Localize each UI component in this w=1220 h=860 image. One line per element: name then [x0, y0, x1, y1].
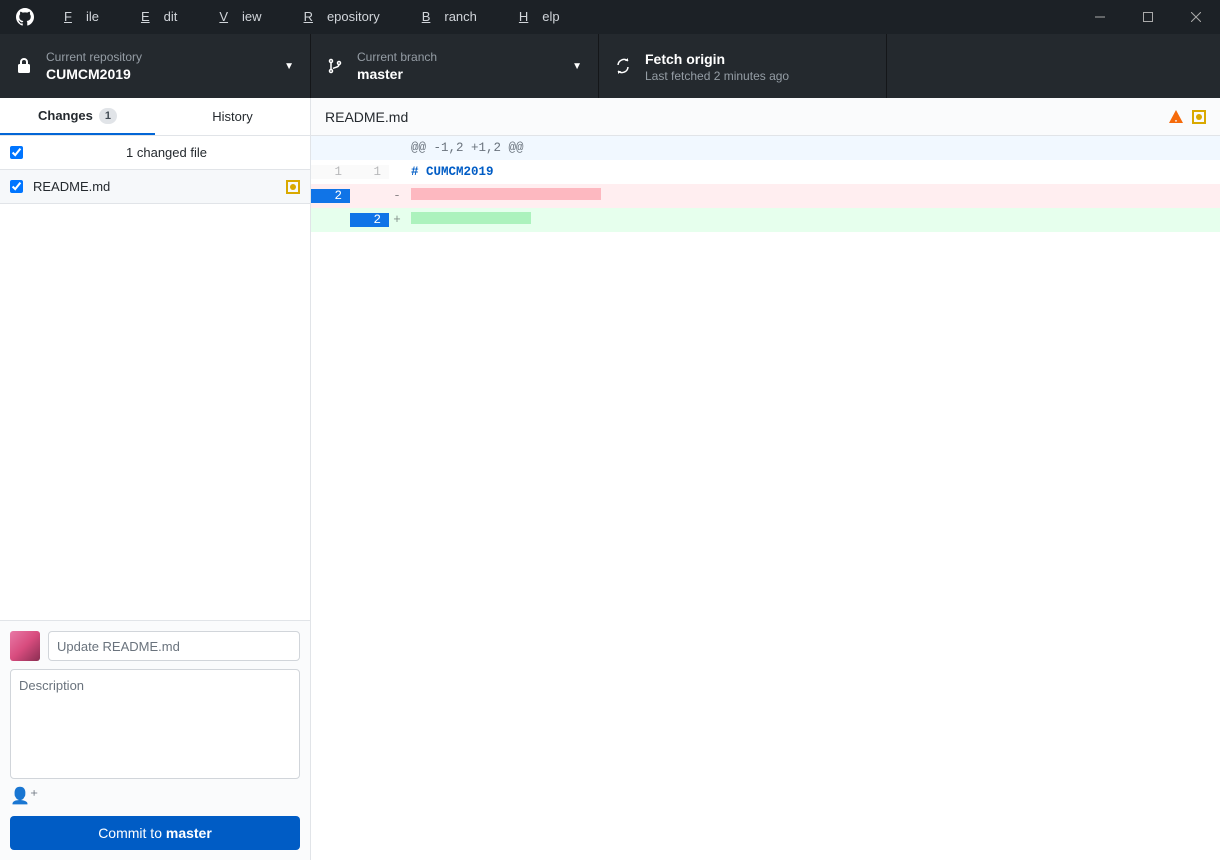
fetch-label: Fetch origin	[645, 51, 870, 67]
avatar	[10, 631, 40, 661]
branch-label: Current branch	[357, 50, 564, 64]
titlebar: File Edit View Repository Branch Help	[0, 0, 1220, 34]
repo-value: CUMCM2019	[46, 66, 276, 82]
select-all-checkbox[interactable]	[10, 146, 23, 159]
diff-header: README.md	[311, 98, 1220, 136]
file-checkbox[interactable]	[10, 180, 23, 193]
minimize-button[interactable]	[1076, 0, 1124, 34]
file-row[interactable]: README.md	[0, 170, 310, 204]
warning-icon[interactable]	[1168, 109, 1184, 125]
main: Changes 1 History 1 changed file README.…	[0, 98, 1220, 860]
repo-selector[interactable]: Current repository CUMCM2019 ▼	[0, 34, 311, 98]
branch-selector[interactable]: Current branch master ▼	[311, 34, 599, 98]
diff-filename: README.md	[325, 109, 1168, 125]
window-controls	[1076, 0, 1220, 34]
file-name: README.md	[33, 179, 286, 194]
toolbar: Current repository CUMCM2019 ▼ Current b…	[0, 34, 1220, 98]
commit-summary-input[interactable]	[48, 631, 300, 661]
menu-help[interactable]: Help	[505, 0, 588, 34]
diff-line-deleted[interactable]: 2 -	[311, 184, 1220, 208]
modified-icon	[1192, 110, 1206, 124]
modified-icon	[286, 180, 300, 194]
diff-pane: README.md @@ -1,2 +1,2 @@ 1 1 # CUMCM201…	[311, 98, 1220, 860]
commit-button[interactable]: Commit to master	[10, 816, 300, 850]
menu-repository[interactable]: Repository	[290, 0, 408, 34]
changed-files-count: 1 changed file	[33, 145, 300, 160]
sidebar: Changes 1 History 1 changed file README.…	[0, 98, 311, 860]
diff-hunk-header: @@ -1,2 +1,2 @@	[311, 136, 1220, 160]
fetch-origin-button[interactable]: Fetch origin Last fetched 2 minutes ago	[599, 34, 887, 98]
diff-body: @@ -1,2 +1,2 @@ 1 1 # CUMCM2019 2 - 2 +	[311, 136, 1220, 232]
maximize-button[interactable]	[1124, 0, 1172, 34]
lock-icon	[16, 58, 34, 74]
repo-label: Current repository	[46, 50, 276, 64]
branch-icon	[327, 58, 345, 74]
filelist-header: 1 changed file	[0, 136, 310, 170]
close-button[interactable]	[1172, 0, 1220, 34]
add-coauthor-icon[interactable]: 👤⁺	[10, 786, 300, 806]
app-menu: File Edit View Repository Branch Help	[50, 0, 588, 34]
commit-form: 👤⁺ Commit to master	[0, 620, 310, 860]
diff-line-added[interactable]: 2 +	[311, 208, 1220, 232]
diff-line-context[interactable]: 1 1 # CUMCM2019	[311, 160, 1220, 184]
menu-branch[interactable]: Branch	[408, 0, 505, 34]
sync-icon	[615, 58, 633, 74]
chevron-down-icon: ▼	[284, 61, 294, 72]
menu-file[interactable]: File	[50, 0, 127, 34]
changes-count-badge: 1	[99, 108, 117, 124]
sidebar-tabs: Changes 1 History	[0, 98, 310, 136]
tab-changes[interactable]: Changes 1	[0, 98, 155, 135]
fetch-status: Last fetched 2 minutes ago	[645, 69, 870, 83]
github-logo-icon	[0, 8, 50, 26]
commit-description-input[interactable]	[10, 669, 300, 779]
menu-view[interactable]: View	[205, 0, 289, 34]
chevron-down-icon: ▼	[572, 61, 582, 72]
menu-edit[interactable]: Edit	[127, 0, 205, 34]
tab-history[interactable]: History	[155, 98, 310, 135]
branch-value: master	[357, 66, 564, 82]
